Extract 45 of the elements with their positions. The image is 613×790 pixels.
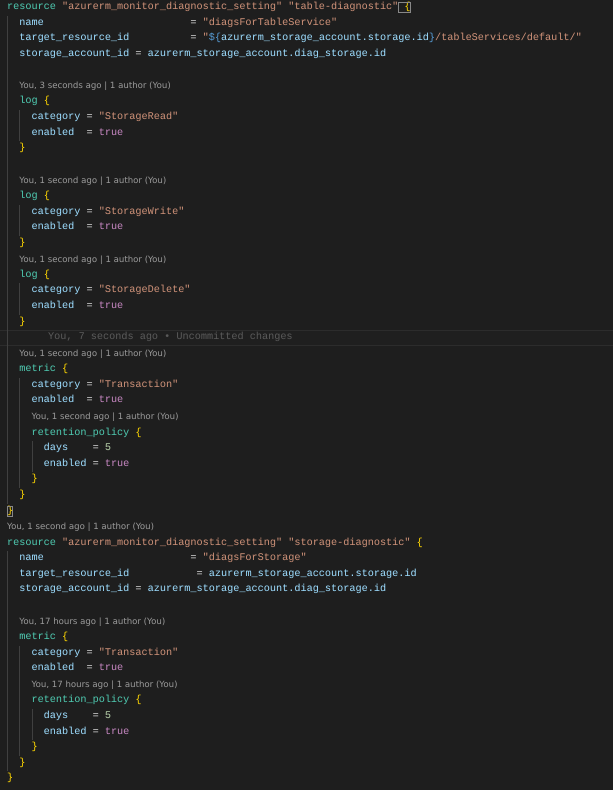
code-line: enabled = true: [30, 300, 124, 314]
code-line: }: [18, 756, 26, 771]
code-line: }: [30, 472, 38, 488]
code-line: enabled = true: [30, 394, 124, 408]
code-line: enabled = true: [30, 662, 124, 676]
code-line: storage_account_id = azurerm_storage_account.diag_storage.id: [18, 48, 386, 62]
code-line: log {: [18, 190, 50, 204]
inline-blame: You, 7 seconds ago • Uncommitted changes: [0, 330, 613, 346]
code-line: log {: [18, 268, 50, 283]
blame-annotation[interactable]: You, 1 second ago | 1 author (You): [7, 522, 154, 532]
code-line: }: [30, 740, 38, 756]
code-line: enabled = true: [42, 726, 130, 740]
blame-annotation[interactable]: You, 1 second ago | 1 author (You): [19, 176, 166, 186]
code-line: enabled = true: [30, 220, 124, 236]
blame-annotation[interactable]: You, 3 seconds ago | 1 author (You): [19, 81, 171, 92]
code-line: }: [18, 488, 26, 503]
code-line: category = "StorageDelete": [30, 284, 190, 298]
blame-annotation[interactable]: You, 17 hours ago | 1 author (You): [32, 680, 178, 690]
code-line: category = "Transaction": [30, 646, 178, 661]
code-line: name = "diagsForStorage": [18, 552, 307, 566]
code-line: metric {: [18, 630, 68, 646]
code-line: category = "StorageWrite": [30, 206, 184, 220]
code-line: }: [18, 236, 26, 251]
blame-annotation[interactable]: You, 1 second ago | 1 author (You): [19, 349, 166, 360]
code-line: }: [7, 772, 14, 786]
code-line: retention_policy {: [30, 694, 142, 708]
code-line: enabled = true: [42, 458, 130, 472]
code-line: resource "azurerm_monitor_diagnostic_setting" "storage-diagnostic" {: [7, 536, 423, 551]
code-line: enabled = true: [30, 126, 124, 141]
code-line: category = "StorageRead": [30, 110, 178, 126]
blame-annotation[interactable]: You, 1 second ago | 1 author (You): [32, 412, 178, 422]
blame-annotation[interactable]: You, 17 hours ago | 1 author (You): [19, 616, 166, 627]
code-line: }: [18, 142, 26, 156]
code-line: target_resource_id = azurerm_storage_account.storage.id: [18, 568, 417, 582]
code-line: category = "Transaction": [30, 378, 178, 393]
code-line: retention_policy {: [30, 426, 142, 441]
code-line: log {: [18, 94, 50, 110]
code-line: days = 5: [42, 442, 111, 456]
code-line: target_resource_id = "${azurerm_storage_account.storage.id}/tableServices/default/": [18, 32, 582, 46]
code-line: days = 5: [42, 710, 111, 724]
code-line: }: [18, 316, 26, 330]
code-line: name = "diagsForTableService": [18, 16, 338, 31]
code-line: metric {: [18, 362, 68, 378]
code-line: storage_account_id = azurerm_storage_account.diag_storage.id: [18, 582, 386, 598]
blame-annotation[interactable]: You, 1 second ago | 1 author (You): [19, 254, 166, 265]
